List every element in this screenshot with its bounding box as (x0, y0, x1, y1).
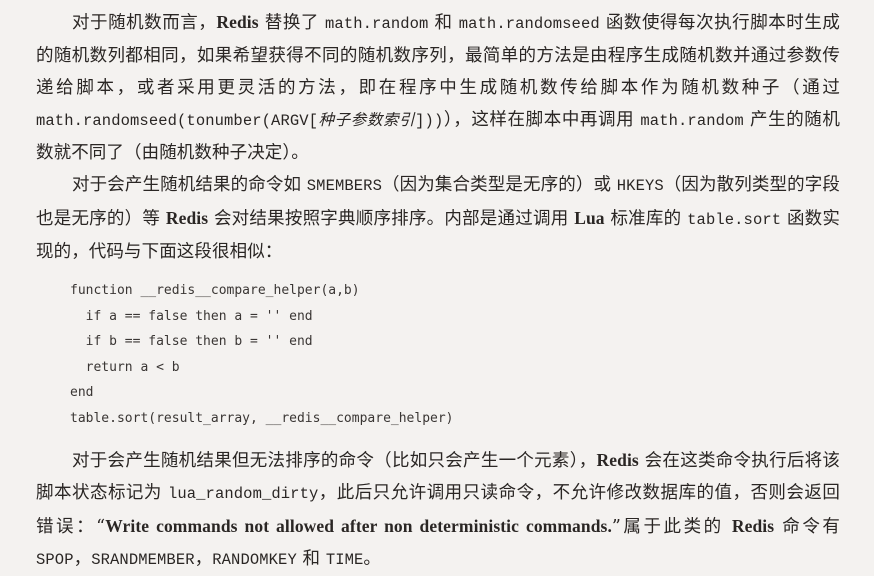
term-redis: Redis (731, 515, 775, 536)
document-page: 对于随机数而言，Redis 替换了 math.random 和 math.ran… (0, 0, 874, 569)
code-randomkey: RANDOMKEY (212, 550, 297, 569)
code-lua-random-dirty: lua_random_dirty (167, 484, 319, 503)
text: ， (194, 548, 213, 569)
code-srandmember: SRANDMEMBER (91, 550, 195, 569)
text: 和 (296, 548, 326, 569)
code-math-random-2: math.random (640, 112, 744, 130)
text: 会对结果按照字典顺序排序。内部是通过调用 (208, 209, 575, 229)
code-smembers: SMEMBERS (306, 177, 382, 195)
text: 对于会产生随机结果但无法排序的命令（比如只会产生一个元素）， (72, 450, 597, 471)
term-redis: Redis (596, 449, 639, 470)
paragraph-sorted-results: 对于会产生随机结果的命令如 SMEMBERS（因为集合类型是无序的）或 HKEY… (36, 169, 840, 268)
code-math-randomseed: math.randomseed (458, 15, 600, 33)
text: ），这样在脚本中再调用 (443, 110, 641, 130)
error-message: Write commands not allowed after non det… (105, 515, 612, 536)
paragraph-random-seed: 对于随机数而言，Redis 替换了 math.random 和 math.ran… (36, 6, 840, 169)
code-time: TIME (325, 550, 364, 569)
term-redis: Redis (165, 208, 209, 228)
code-randomseed-call-end: ])) (415, 112, 444, 130)
paragraph-random-dirty: 对于会产生随机结果但无法排序的命令（比如只会产生一个元素），Redis 会在这类… (36, 444, 840, 576)
code-line: end (70, 385, 94, 401)
text: 命令有 (774, 516, 840, 537)
code-line: table.sort(result_array, __redis__compar… (70, 410, 454, 426)
term-lua: Lua (574, 208, 605, 228)
code-spop: SPOP (36, 550, 74, 569)
term-redis: Redis (216, 12, 259, 32)
code-line: if a == false then a = '' end (70, 308, 313, 324)
text: （因为集合类型是无序的）或 (381, 175, 617, 195)
text: ， (73, 548, 92, 569)
code-table-sort: table.sort (687, 211, 782, 229)
code-line: function __redis__compare_helper(a,b) (70, 283, 360, 298)
code-line: return a < b (70, 359, 180, 375)
code-hkeys: HKEYS (616, 177, 664, 195)
text: 标准库的 (604, 209, 688, 229)
code-randomseed-call: math.randomseed(tonumber(ARGV[ (36, 112, 319, 130)
text: 和 (428, 13, 459, 33)
text: ”属于此类的 (611, 516, 732, 537)
text: 对于随机数而言， (72, 13, 217, 33)
code-listing: function __redis__compare_helper(a,b) if… (70, 278, 840, 432)
text: 。 (363, 548, 382, 569)
code-math-random: math.random (325, 15, 429, 33)
text: 替换了 (258, 13, 326, 33)
code-seed-index-placeholder: 种子参数索引 (318, 112, 416, 130)
text: 对于会产生随机结果的命令如 (72, 175, 307, 195)
code-line: if b == false then b = '' end (70, 334, 313, 350)
